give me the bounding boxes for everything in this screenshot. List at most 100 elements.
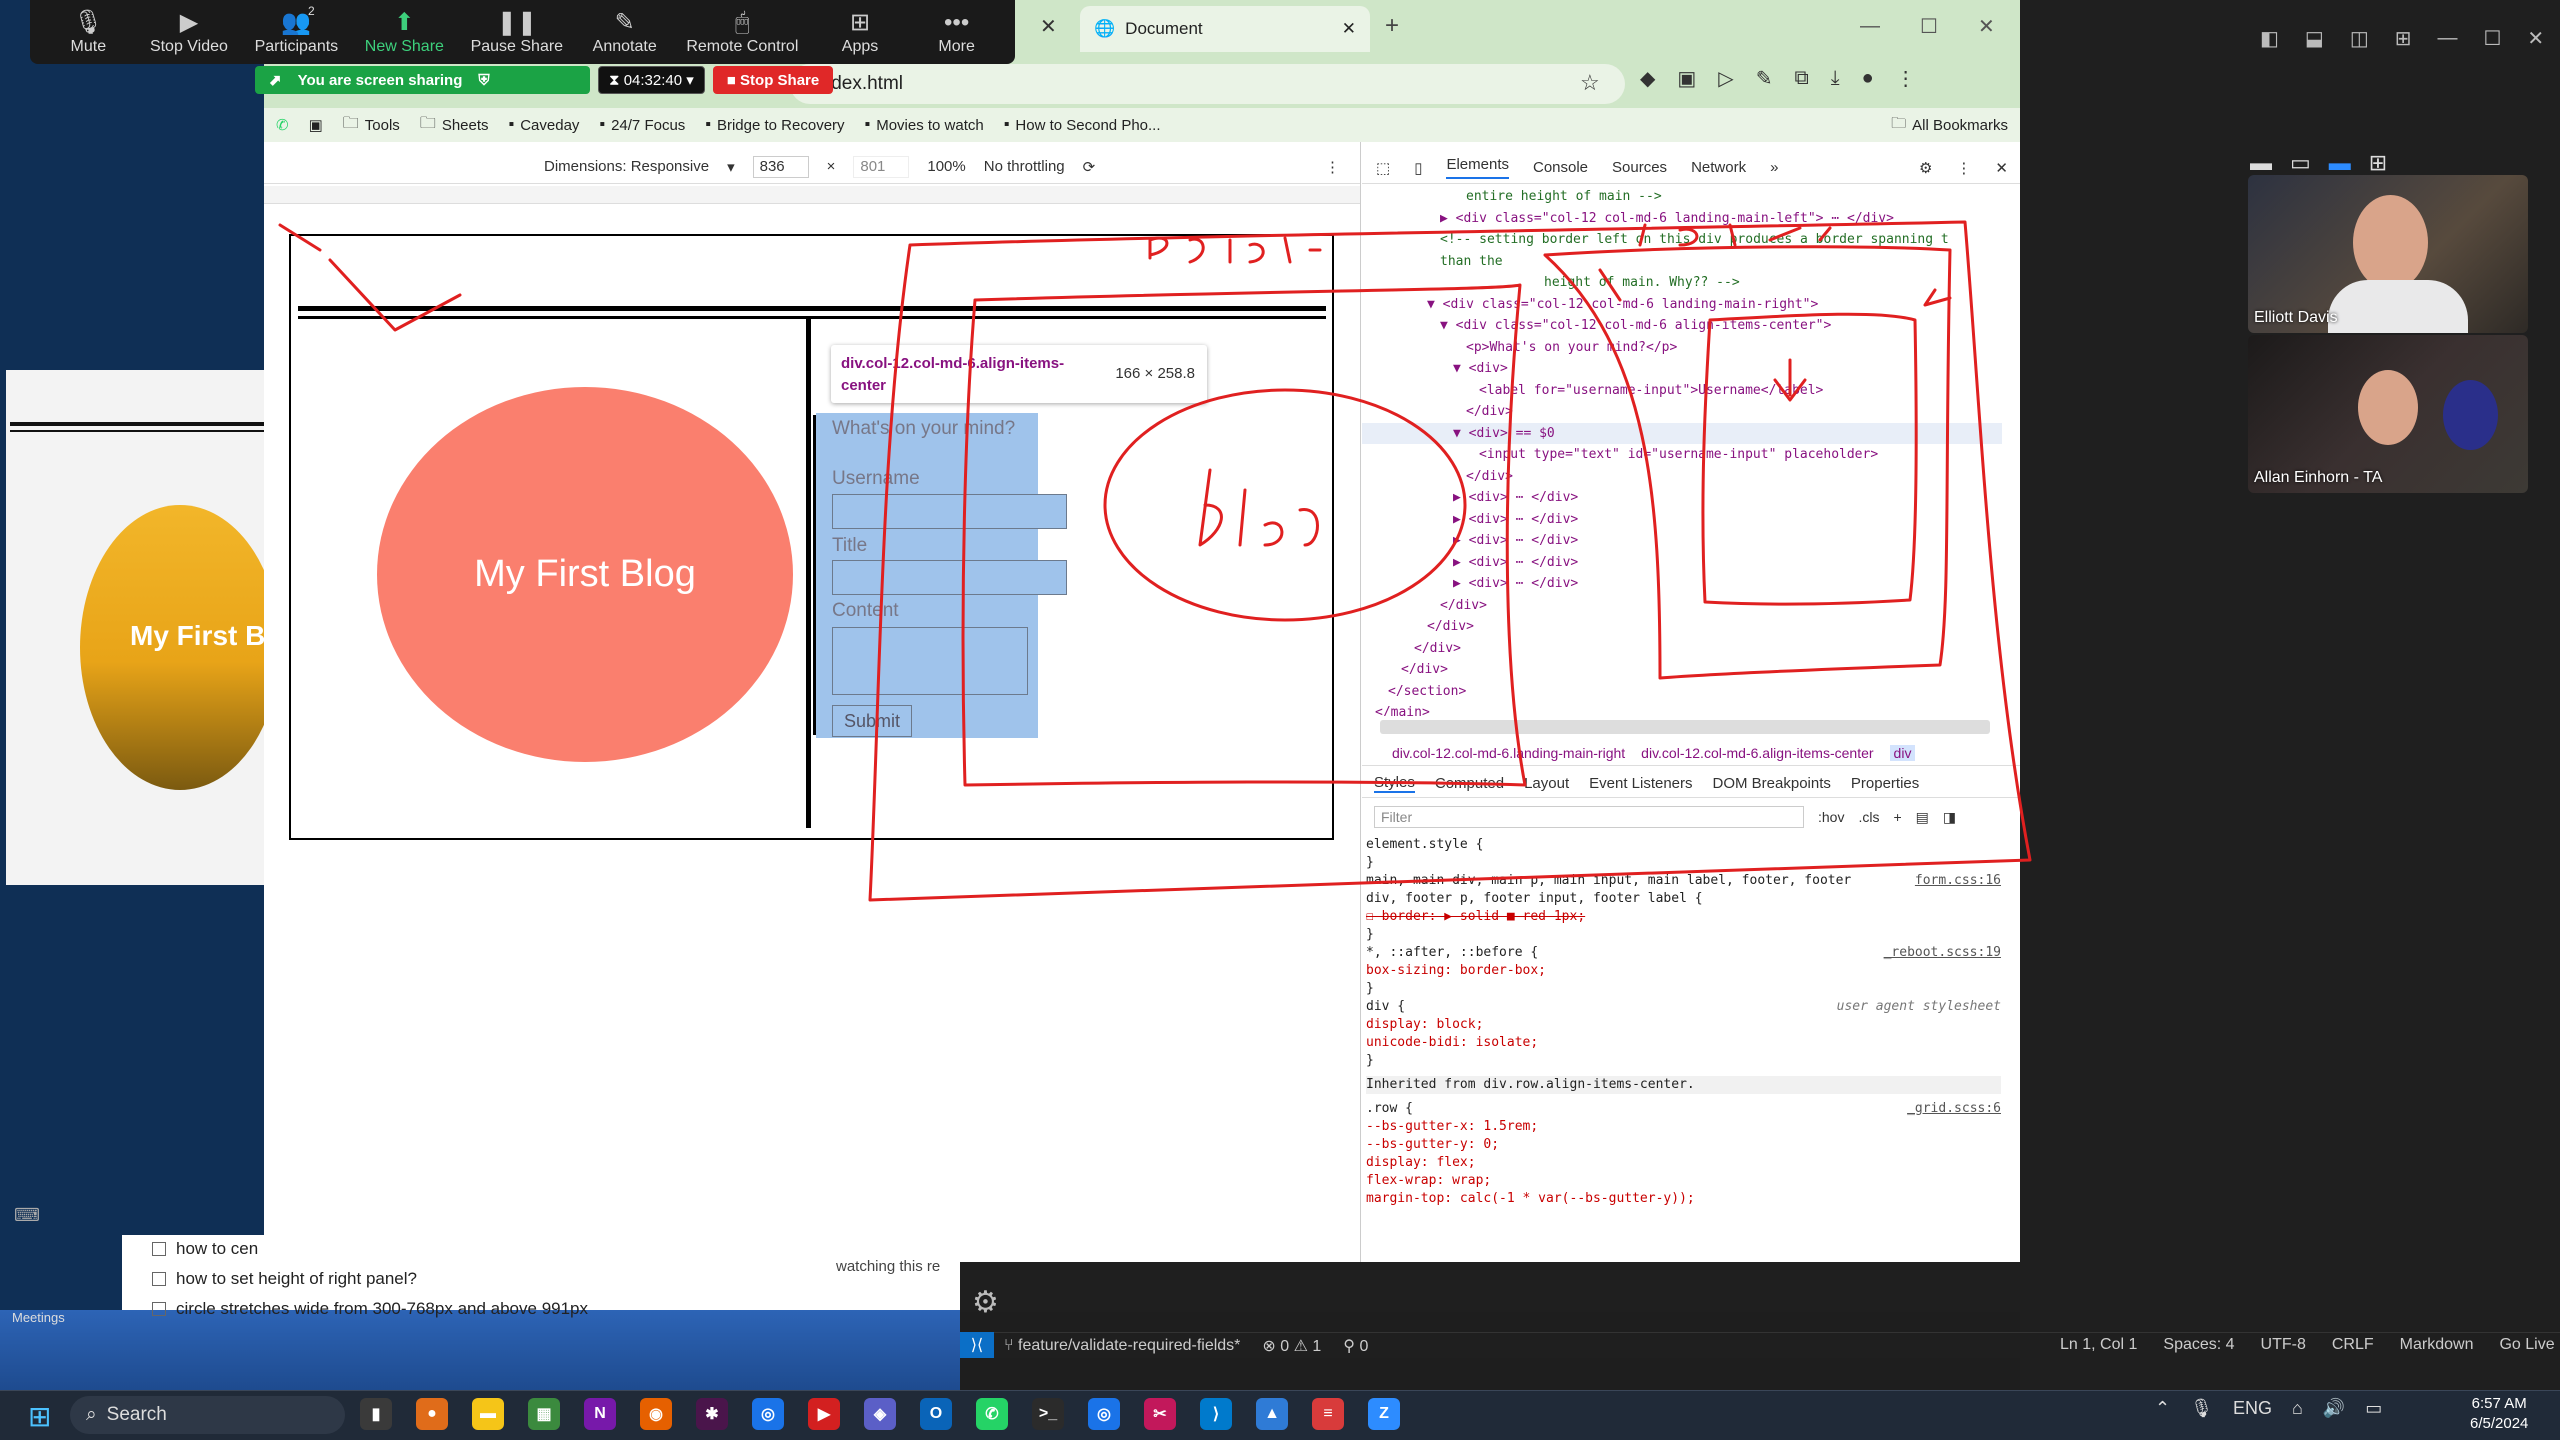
network-icon[interactable]: ⌂: [2292, 1398, 2303, 1419]
dom-node[interactable]: <!-- setting border left on this div pro…: [1362, 229, 2002, 251]
more-tabs-icon[interactable]: »: [1770, 159, 1778, 176]
dom-node[interactable]: ▶ <div> ⋯ </div>: [1362, 487, 2002, 509]
slack-icon[interactable]: ✱: [696, 1398, 728, 1430]
css-rule-line[interactable]: display: flex;: [1366, 1154, 2001, 1172]
css-source-link[interactable]: _grid.scss:6: [1907, 1100, 2001, 1118]
volume-icon[interactable]: 🔊: [2323, 1398, 2345, 1419]
more-button[interactable]: ••• More: [922, 8, 992, 56]
settings-icon[interactable]: ⚙: [1919, 159, 1932, 177]
css-source-link[interactable]: _reboot.scss:19: [1884, 944, 2001, 962]
checkbox[interactable]: [152, 1242, 166, 1256]
styles-tab[interactable]: Computed: [1435, 775, 1504, 792]
content-textarea[interactable]: [832, 627, 1028, 695]
styles-tab[interactable]: DOM Breakpoints: [1713, 775, 1831, 792]
tab-console[interactable]: Console: [1533, 159, 1588, 176]
dom-node[interactable]: </div>: [1362, 659, 2002, 681]
pause-share-button[interactable]: ❚❚ Pause Share: [471, 8, 564, 56]
bookmark-item[interactable]: ▪ Bridge to Recovery: [705, 116, 844, 134]
width-input[interactable]: 836: [752, 155, 809, 178]
tab-elements[interactable]: Elements: [1446, 156, 1509, 179]
git-branch[interactable]: ⑂ feature/validate-required-fields*: [1004, 1337, 1240, 1355]
dom-node[interactable]: entire height of main -->: [1362, 186, 2002, 208]
layout-icon[interactable]: ⊞: [2395, 26, 2412, 51]
menu-icon[interactable]: ⋮: [1896, 66, 1916, 91]
stop-video-button[interactable]: ▶ Stop Video: [150, 8, 228, 56]
close-icon[interactable]: ✕: [1978, 14, 1995, 39]
bookmark-item[interactable]: ▪ How to Second Pho...: [1004, 116, 1161, 134]
minimize-icon[interactable]: —: [2437, 27, 2457, 50]
windows-start-icon[interactable]: ⊞: [28, 1400, 51, 1433]
maximize-icon[interactable]: ☐: [1920, 14, 1938, 39]
remote-icon[interactable]: ⟩⟨: [960, 1332, 994, 1358]
css-rule-line[interactable]: --bs-gutter-y: 0;: [1366, 1136, 2001, 1154]
username-input[interactable]: [832, 494, 1067, 529]
battery-icon[interactable]: ▭: [2365, 1398, 2382, 1419]
css-rule-line[interactable]: box-sizing: border-box;: [1366, 962, 2001, 980]
taskbar-clock[interactable]: 6:57 AM 6/5/2024: [2470, 1394, 2528, 1434]
bookmark-item[interactable]: 🗀 Tools: [343, 112, 400, 139]
css-rule-line[interactable]: unicode-bidi: isolate;: [1366, 1034, 2001, 1052]
dom-node[interactable]: <p>What's on your mind?</p>: [1362, 337, 2002, 359]
minimize-icon[interactable]: —: [1860, 15, 1880, 38]
address-bar[interactable]: og/index.html: [790, 64, 1625, 104]
dom-node[interactable]: ▶ <div> ⋯ </div>: [1362, 552, 2002, 574]
dom-node[interactable]: <label for="username-input">Username</la…: [1362, 380, 2002, 402]
tab-sources[interactable]: Sources: [1612, 159, 1667, 176]
outlook-icon[interactable]: O: [920, 1398, 952, 1430]
language-indicator[interactable]: ENG: [2233, 1398, 2272, 1419]
whatsapp-icon[interactable]: ✆: [276, 116, 289, 134]
close-icon[interactable]: ✕: [1995, 159, 2008, 177]
onenote-icon[interactable]: N: [584, 1398, 616, 1430]
styles-tab[interactable]: Properties: [1851, 775, 1919, 792]
terminal-icon[interactable]: >_: [1032, 1398, 1064, 1430]
dom-node[interactable]: height of main. Why?? -->: [1362, 272, 2002, 294]
remote-control-button[interactable]: 🖱 Remote Control: [686, 8, 798, 56]
add-rule-icon[interactable]: +: [1893, 809, 1901, 825]
maximize-icon[interactable]: ☐: [2483, 26, 2501, 51]
file-explorer-icon[interactable]: ▬: [472, 1398, 504, 1430]
css-rule-line[interactable]: --bs-gutter-x: 1.5rem;: [1366, 1118, 2001, 1136]
stop-share-button[interactable]: ■ Stop Share: [712, 66, 834, 94]
problems-count[interactable]: ⊗ 0 ⚠ 1: [1262, 1336, 1321, 1356]
new-tab-icon[interactable]: +: [1385, 12, 1399, 40]
horizontal-scrollbar[interactable]: [1380, 720, 1990, 734]
speaker-view-icon[interactable]: ▬: [2329, 150, 2351, 176]
checklist-item[interactable]: circle stretches wide from 300-768px and…: [152, 1299, 588, 1319]
tab-close-icon[interactable]: ✕: [1040, 14, 1057, 39]
submit-button[interactable]: Submit: [832, 705, 912, 737]
dom-node[interactable]: ▶ <div> ⋯ </div>: [1362, 509, 2002, 531]
app-stack-icon[interactable]: ≡: [1312, 1398, 1344, 1430]
dom-node[interactable]: </main>: [1362, 702, 2002, 716]
close-icon[interactable]: ✕: [2527, 26, 2544, 51]
dom-node[interactable]: ▶ <div> ⋯ </div>: [1362, 573, 2002, 595]
split-icon[interactable]: ◫: [2350, 26, 2369, 51]
bookmark-item[interactable]: ▪ 24/7 Focus: [599, 116, 685, 134]
status-item[interactable]: Go Live: [2499, 1336, 2554, 1354]
puzzle-icon[interactable]: ⧉: [1794, 67, 1808, 90]
new-share-button[interactable]: ⬆ New Share: [365, 8, 444, 56]
all-bookmarks[interactable]: 🗀 All Bookmarks: [1891, 113, 2008, 138]
tab-network[interactable]: Network: [1691, 159, 1746, 176]
participant-video-tile[interactable]: Elliott Davis: [2248, 175, 2528, 333]
app-green-icon[interactable]: ▦: [528, 1398, 560, 1430]
more-options-icon[interactable]: ⋮: [1325, 158, 1340, 176]
styles-tab[interactable]: Styles: [1374, 774, 1415, 793]
dom-node[interactable]: than the: [1362, 251, 2002, 273]
strip-icon[interactable]: ▭: [2290, 150, 2311, 176]
css-rule-line[interactable]: ☐ border: ▶ solid ■ red 1px;: [1366, 908, 2001, 926]
status-item[interactable]: CRLF: [2332, 1336, 2374, 1354]
dom-node[interactable]: ▼ <div class="col-12 col-md-6 landing-ma…: [1362, 294, 2002, 316]
status-item[interactable]: Spaces: 4: [2163, 1336, 2234, 1354]
ports-count[interactable]: ⚲ 0: [1343, 1336, 1368, 1356]
apps-button[interactable]: ⊞ Apps: [825, 8, 895, 56]
checklist-item[interactable]: how to set height of right panel?: [152, 1269, 417, 1289]
gear-icon[interactable]: ⚙: [972, 1285, 999, 1320]
tab-document[interactable]: 🌐 Document ✕: [1080, 6, 1370, 52]
microphone-icon[interactable]: 🎙: [2190, 1398, 2213, 1419]
dom-node[interactable]: </div>: [1362, 466, 2002, 488]
bookmark-item[interactable]: ▪ Caveday: [509, 116, 580, 134]
dimensions-select[interactable]: Dimensions: Responsive: [544, 158, 709, 175]
checklist-item[interactable]: how to cen: [152, 1239, 258, 1259]
status-item[interactable]: Markdown: [2400, 1336, 2474, 1354]
breadcrumb-item[interactable]: div.col-12.col-md-6.align-items-center: [1641, 745, 1873, 761]
